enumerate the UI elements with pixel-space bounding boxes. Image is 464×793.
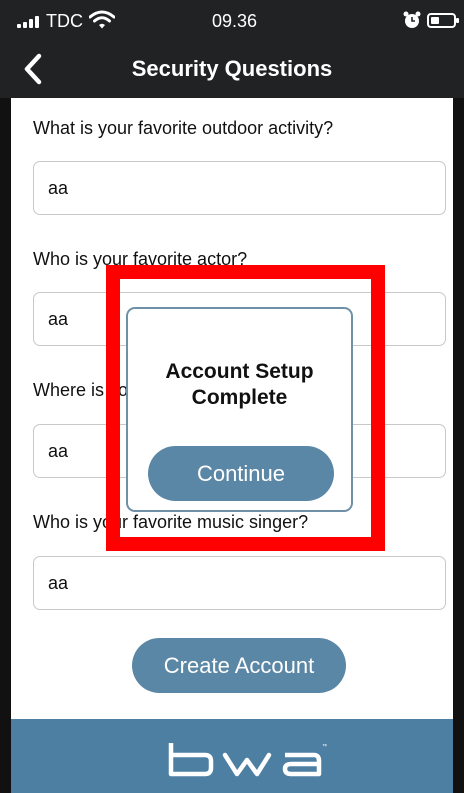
left-edge-rail bbox=[0, 98, 11, 793]
footer-bar: ™ bbox=[11, 719, 453, 793]
wifi-icon bbox=[89, 10, 115, 29]
page-title: Security Questions bbox=[131, 56, 333, 81]
carrier-label: TDC bbox=[46, 11, 83, 31]
right-edge-rail bbox=[453, 98, 464, 793]
question-label-1: What is your favorite outdoor activity? bbox=[33, 118, 334, 138]
status-bar: TDC 09.36 bbox=[0, 0, 464, 40]
status-time: 09.36 bbox=[212, 11, 258, 31]
create-account-button[interactable]: Create Account bbox=[132, 638, 346, 693]
answer-input-4[interactable] bbox=[33, 556, 446, 610]
dialog-title: Account Setup Complete bbox=[165, 360, 314, 409]
top-bar: TDC 09.36 Security Questions bbox=[0, 0, 464, 98]
bwa-logo: ™ bbox=[168, 743, 327, 777]
answer-input-1[interactable] bbox=[33, 161, 446, 215]
battery-icon bbox=[427, 13, 459, 28]
continue-button[interactable]: Continue bbox=[148, 446, 334, 501]
setup-complete-dialog: Account Setup Complete Continue bbox=[126, 307, 353, 512]
signal-bars-icon bbox=[17, 16, 39, 28]
svg-text:™: ™ bbox=[322, 743, 327, 750]
alarm-clock-icon bbox=[403, 11, 421, 28]
app-screen: TDC 09.36 Security Questions What is you… bbox=[0, 0, 464, 793]
